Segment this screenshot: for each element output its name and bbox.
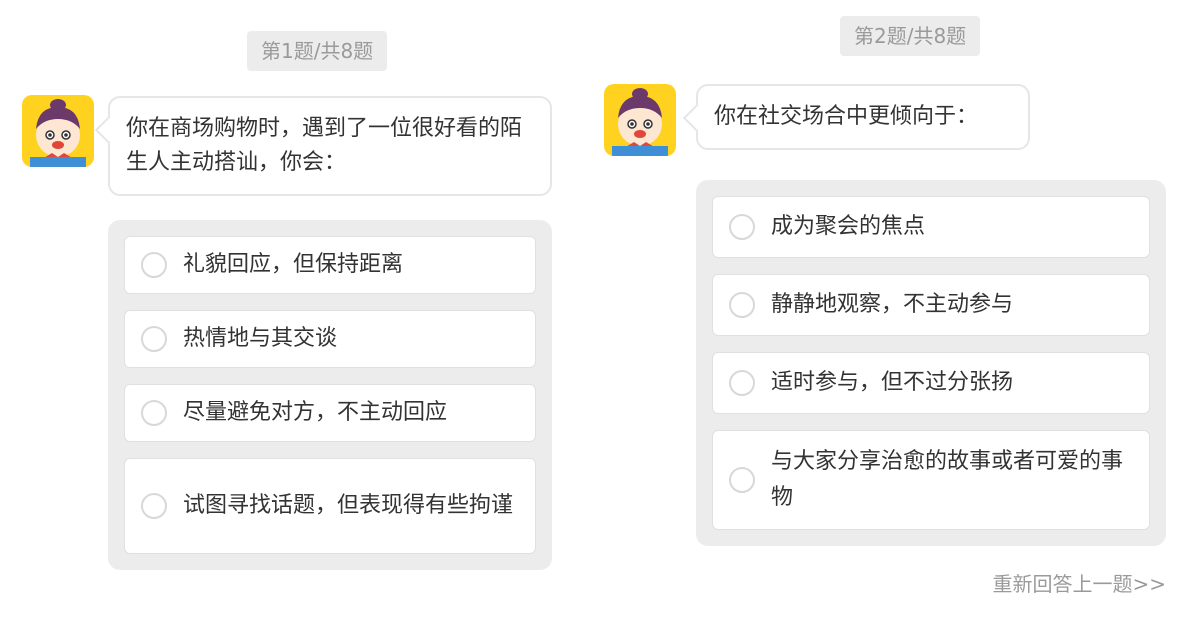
option-4[interactable]: 试图寻找话题，但表现得有些拘谨 — [124, 458, 536, 554]
question-prompt: 你在社交场合中更倾向于： — [714, 104, 979, 129]
option-2[interactable]: 热情地与其交谈 — [124, 310, 536, 368]
avatar-icon — [604, 84, 676, 156]
options-panel: 礼貌回应，但保持距离 热情地与其交谈 尽量避免对方，不主动回应 试图寻找话题，但… — [108, 220, 552, 570]
option-label: 成为聚会的焦点 — [771, 214, 926, 239]
option-1[interactable]: 成为聚会的焦点 — [712, 196, 1150, 258]
option-4[interactable]: 与大家分享治愈的故事或者可爱的事物 — [712, 430, 1150, 530]
question-counter: 第1题/共8题 — [247, 31, 388, 71]
question-prompt: 你在商场购物时，遇到了一位很好看的陌生人主动搭讪，你会： — [126, 116, 523, 175]
radio-unchecked-icon[interactable] — [729, 467, 755, 493]
option-label: 与大家分享治愈的故事或者可爱的事物 — [771, 449, 1124, 510]
option-label: 静静地观察，不主动参与 — [771, 292, 1014, 317]
question-prompt-bubble: 你在社交场合中更倾向于： — [696, 84, 1030, 150]
radio-unchecked-icon[interactable] — [141, 326, 167, 352]
radio-unchecked-icon[interactable] — [729, 214, 755, 240]
options-panel: 成为聚会的焦点 静静地观察，不主动参与 适时参与，但不过分张扬 与大家分享治愈的… — [696, 180, 1166, 546]
option-1[interactable]: 礼貌回应，但保持距离 — [124, 236, 536, 294]
avatar-icon — [22, 95, 94, 167]
option-label: 适时参与，但不过分张扬 — [771, 370, 1014, 395]
option-label: 试图寻找话题，但表现得有些拘谨 — [183, 493, 514, 518]
option-label: 尽量避免对方，不主动回应 — [183, 400, 448, 425]
redo-previous-link[interactable]: 重新回答上一题>> — [992, 568, 1166, 597]
option-label: 热情地与其交谈 — [183, 326, 338, 351]
question-counter: 第2题/共8题 — [840, 16, 981, 56]
radio-unchecked-icon[interactable] — [729, 292, 755, 318]
question-prompt-bubble: 你在商场购物时，遇到了一位很好看的陌生人主动搭讪，你会： — [108, 96, 552, 196]
option-3[interactable]: 尽量避免对方，不主动回应 — [124, 384, 536, 442]
option-2[interactable]: 静静地观察，不主动参与 — [712, 274, 1150, 336]
option-3[interactable]: 适时参与，但不过分张扬 — [712, 352, 1150, 414]
radio-unchecked-icon[interactable] — [141, 493, 167, 519]
radio-unchecked-icon[interactable] — [141, 252, 167, 278]
radio-unchecked-icon[interactable] — [729, 370, 755, 396]
option-label: 礼貌回应，但保持距离 — [183, 252, 404, 277]
radio-unchecked-icon[interactable] — [141, 400, 167, 426]
